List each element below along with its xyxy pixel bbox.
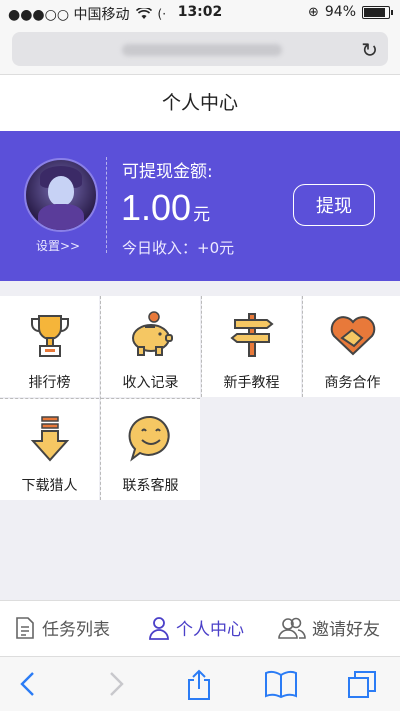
avatar-face xyxy=(48,176,74,206)
grid-item-download[interactable]: 下载猎人 xyxy=(0,399,99,500)
download-arrow-icon xyxy=(30,416,70,462)
grid-item-tutorial[interactable]: 新手教程 xyxy=(202,296,301,397)
status-bar: ●●●○○ 中国移动 (· 13:02 ⊕ 94% xyxy=(0,0,400,26)
grid-item-business[interactable]: 商务合作 xyxy=(303,296,400,397)
cash-amount: 1.00 元 xyxy=(121,187,210,229)
tab-label: 个人中心 xyxy=(176,620,244,640)
battery-icon xyxy=(362,5,393,19)
reload-icon[interactable]: ↻ xyxy=(361,38,378,62)
grid-item-label: 联系客服 xyxy=(122,478,179,494)
blurred-url xyxy=(122,44,282,56)
withdraw-button[interactable]: 提现 xyxy=(293,184,375,226)
grid-item-label: 商务合作 xyxy=(324,375,381,391)
avatar[interactable] xyxy=(24,158,98,232)
avatar-body xyxy=(38,204,84,230)
grid-item-ranking[interactable]: 排行榜 xyxy=(0,296,99,397)
piggy-bank-icon xyxy=(132,311,173,356)
document-icon xyxy=(16,616,34,639)
handshake-icon xyxy=(330,316,376,356)
browser-address-area: ↻ xyxy=(0,26,400,75)
signpost-icon xyxy=(230,313,274,357)
share-icon[interactable] xyxy=(186,669,212,701)
grid-divider xyxy=(302,296,303,397)
address-bar[interactable]: ↻ xyxy=(12,32,388,66)
settings-link[interactable]: 设置>> xyxy=(36,237,80,254)
back-icon[interactable] xyxy=(18,669,38,699)
tab-label: 邀请好友 xyxy=(312,620,380,640)
grid-item-label: 下载猎人 xyxy=(21,478,78,494)
smile-chat-icon xyxy=(128,415,170,462)
trophy-icon xyxy=(31,315,69,357)
cash-value: 1.00 xyxy=(121,187,192,228)
battery-fill xyxy=(364,7,385,17)
grid-item-support[interactable]: 联系客服 xyxy=(101,399,200,500)
grid-item-income-records[interactable]: 收入记录 xyxy=(101,296,200,397)
person-icon xyxy=(149,616,169,640)
today-income: 今日收入：+0元 xyxy=(122,239,235,257)
tabs-icon[interactable] xyxy=(346,669,378,699)
cash-title: 可提现金额: xyxy=(122,162,213,182)
status-right: ⊕ 94% xyxy=(307,4,393,20)
bookmarks-icon[interactable] xyxy=(264,669,298,699)
grid-item-label: 收入记录 xyxy=(122,375,179,391)
page-title: 个人中心 xyxy=(0,75,400,131)
grid-item-label: 排行榜 xyxy=(28,375,71,391)
banner-divider xyxy=(106,157,107,253)
battery-percent: 94% xyxy=(324,4,356,20)
browser-toolbar xyxy=(0,656,400,711)
tab-task-list[interactable]: 任务列表 xyxy=(14,615,110,640)
tab-bar: 任务列表 个人中心 邀请好友 xyxy=(0,600,400,657)
tab-personal-center[interactable]: 个人中心 xyxy=(148,615,244,640)
orientation-lock-icon: ⊕ xyxy=(307,4,319,20)
tab-invite-friends[interactable]: 邀请好友 xyxy=(278,615,380,640)
cash-unit: 元 xyxy=(193,205,211,224)
grid-divider xyxy=(0,398,200,399)
friends-icon xyxy=(278,617,306,639)
forward-icon[interactable] xyxy=(106,669,126,699)
grid-item-label: 新手教程 xyxy=(223,375,280,391)
tab-label: 任务列表 xyxy=(42,620,110,640)
account-banner: 设置>> 可提现金额: 1.00 元 今日收入：+0元 提现 xyxy=(0,131,400,281)
grid-divider xyxy=(201,296,202,397)
